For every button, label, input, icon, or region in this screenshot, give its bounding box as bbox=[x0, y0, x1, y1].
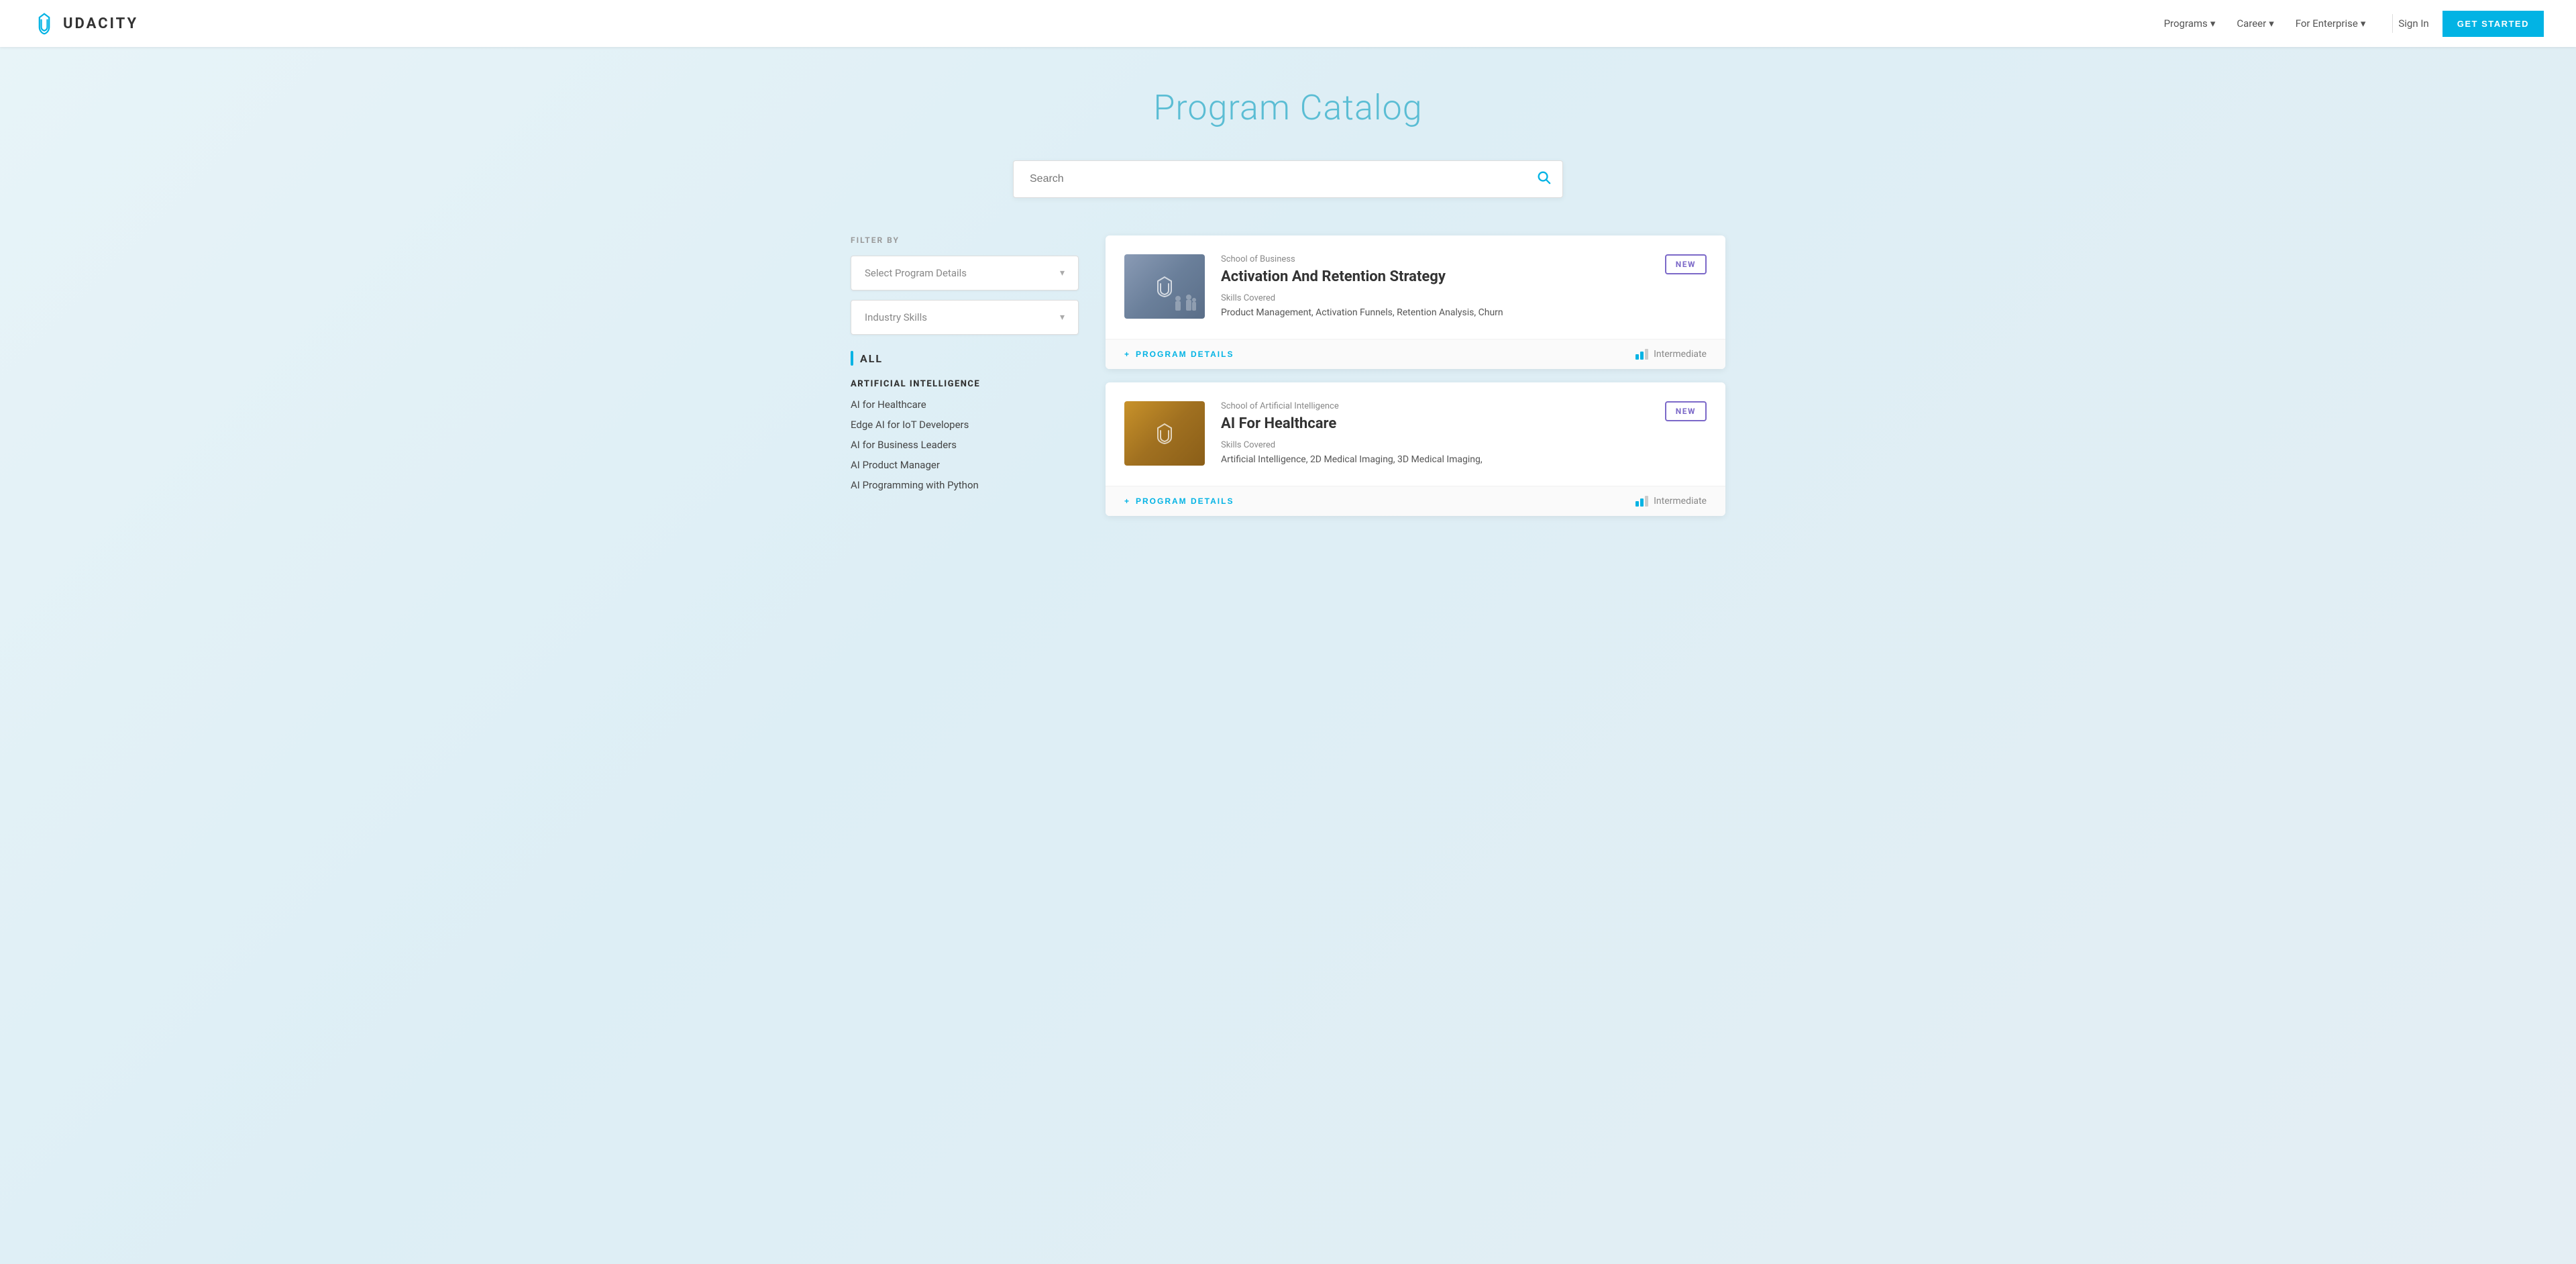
industry-skills-label: Industry Skills bbox=[865, 311, 927, 323]
level-text-healthcare: Intermediate bbox=[1654, 496, 1707, 507]
sidebar-item-ai-healthcare[interactable]: AI for Healthcare bbox=[851, 399, 1079, 411]
card-title-activation: Activation And Retention Strategy bbox=[1221, 268, 1649, 285]
card-school-healthcare: School of Artificial Intelligence bbox=[1221, 401, 1649, 411]
sidebar-item-ai-python[interactable]: AI Programming with Python bbox=[851, 479, 1079, 491]
category-section-ai: ARTIFICIAL INTELLIGENCE AI for Healthcar… bbox=[851, 379, 1079, 491]
card-title-healthcare: AI For Healthcare bbox=[1221, 415, 1649, 432]
bar-1 bbox=[1635, 354, 1639, 360]
skills-text-activation: Product Management, Activation Funnels, … bbox=[1221, 306, 1649, 320]
sidebar-item-edge-ai[interactable]: Edge AI for IoT Developers bbox=[851, 419, 1079, 431]
filter-by-label: FILTER BY bbox=[851, 235, 1079, 245]
sidebar-item-ai-product[interactable]: AI Product Manager bbox=[851, 459, 1079, 471]
bar-2 bbox=[1640, 498, 1644, 507]
nav-links: Programs ▾ Career ▾ For Enterprise ▾ bbox=[2164, 17, 2366, 30]
program-details-button-activation[interactable]: + PROGRAM DETAILS bbox=[1124, 350, 1234, 359]
card-thumbnail-activation bbox=[1124, 254, 1205, 319]
card-badge-activation: NEW bbox=[1665, 254, 1707, 274]
program-details-dropdown[interactable]: Select Program Details ▾ bbox=[851, 256, 1079, 291]
nav-divider bbox=[2392, 14, 2393, 33]
main-content: Program Catalog FILTER BY Select Program… bbox=[818, 47, 1758, 543]
bar-3 bbox=[1645, 349, 1648, 360]
get-started-button[interactable]: GET STARTED bbox=[2443, 11, 2544, 37]
chevron-down-icon: ▾ bbox=[2361, 17, 2366, 30]
plus-icon: + bbox=[1124, 350, 1130, 359]
card-content-healthcare: School of Artificial Intelligence AI For… bbox=[1221, 401, 1649, 467]
chevron-down-icon: ▾ bbox=[1060, 312, 1065, 323]
program-card-healthcare: School of Artificial Intelligence AI For… bbox=[1106, 382, 1725, 516]
chevron-down-icon: ▾ bbox=[1060, 268, 1065, 278]
level-bars-activation bbox=[1635, 349, 1648, 360]
program-details-button-healthcare[interactable]: + PROGRAM DETAILS bbox=[1124, 496, 1234, 506]
chevron-down-icon: ▾ bbox=[2269, 17, 2274, 30]
logo-text: UDACITY bbox=[63, 15, 138, 32]
search-icon bbox=[1536, 170, 1551, 185]
thumbnail-business bbox=[1124, 254, 1205, 319]
chevron-down-icon: ▾ bbox=[2210, 17, 2216, 30]
plus-icon: + bbox=[1124, 496, 1130, 506]
all-filter-bar bbox=[851, 351, 853, 366]
bar-3 bbox=[1645, 496, 1648, 507]
sidebar-item-ai-business[interactable]: AI for Business Leaders bbox=[851, 439, 1079, 451]
search-container bbox=[1013, 160, 1563, 198]
all-filter-label: ALL bbox=[860, 352, 883, 365]
content-layout: FILTER BY Select Program Details ▾ Indus… bbox=[851, 235, 1725, 516]
card-content-activation: School of Business Activation And Retent… bbox=[1221, 254, 1649, 320]
card-school-activation: School of Business bbox=[1221, 254, 1649, 264]
bar-2 bbox=[1640, 352, 1644, 360]
all-filter[interactable]: ALL bbox=[851, 351, 1079, 366]
level-indicator-healthcare: Intermediate bbox=[1635, 496, 1707, 507]
category-title-ai: ARTIFICIAL INTELLIGENCE bbox=[851, 379, 1079, 389]
programs-list: School of Business Activation And Retent… bbox=[1106, 235, 1725, 516]
card-footer-healthcare: + PROGRAM DETAILS Intermediate bbox=[1106, 486, 1725, 516]
card-badge-healthcare: NEW bbox=[1665, 401, 1707, 421]
logo[interactable]: UDACITY bbox=[32, 11, 138, 36]
skills-label-healthcare: Skills Covered bbox=[1221, 440, 1649, 450]
nav-career[interactable]: Career ▾ bbox=[2237, 17, 2273, 30]
bar-1 bbox=[1635, 501, 1639, 507]
navbar: UDACITY Programs ▾ Career ▾ For Enterpri… bbox=[0, 0, 2576, 47]
card-top-activation: School of Business Activation And Retent… bbox=[1106, 235, 1725, 339]
page-title: Program Catalog bbox=[851, 87, 1725, 128]
sign-in-button[interactable]: Sign In bbox=[2398, 17, 2428, 30]
level-indicator-activation: Intermediate bbox=[1635, 349, 1707, 360]
nav-enterprise[interactable]: For Enterprise ▾ bbox=[2296, 17, 2366, 30]
category-items-ai: AI for Healthcare Edge AI for IoT Develo… bbox=[851, 399, 1079, 491]
card-top-healthcare: School of Artificial Intelligence AI For… bbox=[1106, 382, 1725, 486]
thumbnail-ai bbox=[1124, 401, 1205, 466]
search-button[interactable] bbox=[1536, 170, 1551, 189]
program-details-label: Select Program Details bbox=[865, 267, 967, 279]
thumbnail-logo-icon-ai bbox=[1151, 423, 1178, 444]
nav-programs[interactable]: Programs ▾ bbox=[2164, 17, 2216, 30]
level-text-activation: Intermediate bbox=[1654, 349, 1707, 360]
search-input[interactable] bbox=[1013, 160, 1563, 198]
program-card-activation: School of Business Activation And Retent… bbox=[1106, 235, 1725, 369]
industry-skills-dropdown[interactable]: Industry Skills ▾ bbox=[851, 300, 1079, 335]
udacity-logo-icon bbox=[32, 11, 56, 36]
card-footer-activation: + PROGRAM DETAILS Intermediate bbox=[1106, 339, 1725, 369]
sidebar: FILTER BY Select Program Details ▾ Indus… bbox=[851, 235, 1079, 491]
card-thumbnail-healthcare bbox=[1124, 401, 1205, 466]
skills-label-activation: Skills Covered bbox=[1221, 293, 1649, 303]
skills-text-healthcare: Artificial Intelligence, 2D Medical Imag… bbox=[1221, 453, 1649, 467]
level-bars-healthcare bbox=[1635, 496, 1648, 507]
